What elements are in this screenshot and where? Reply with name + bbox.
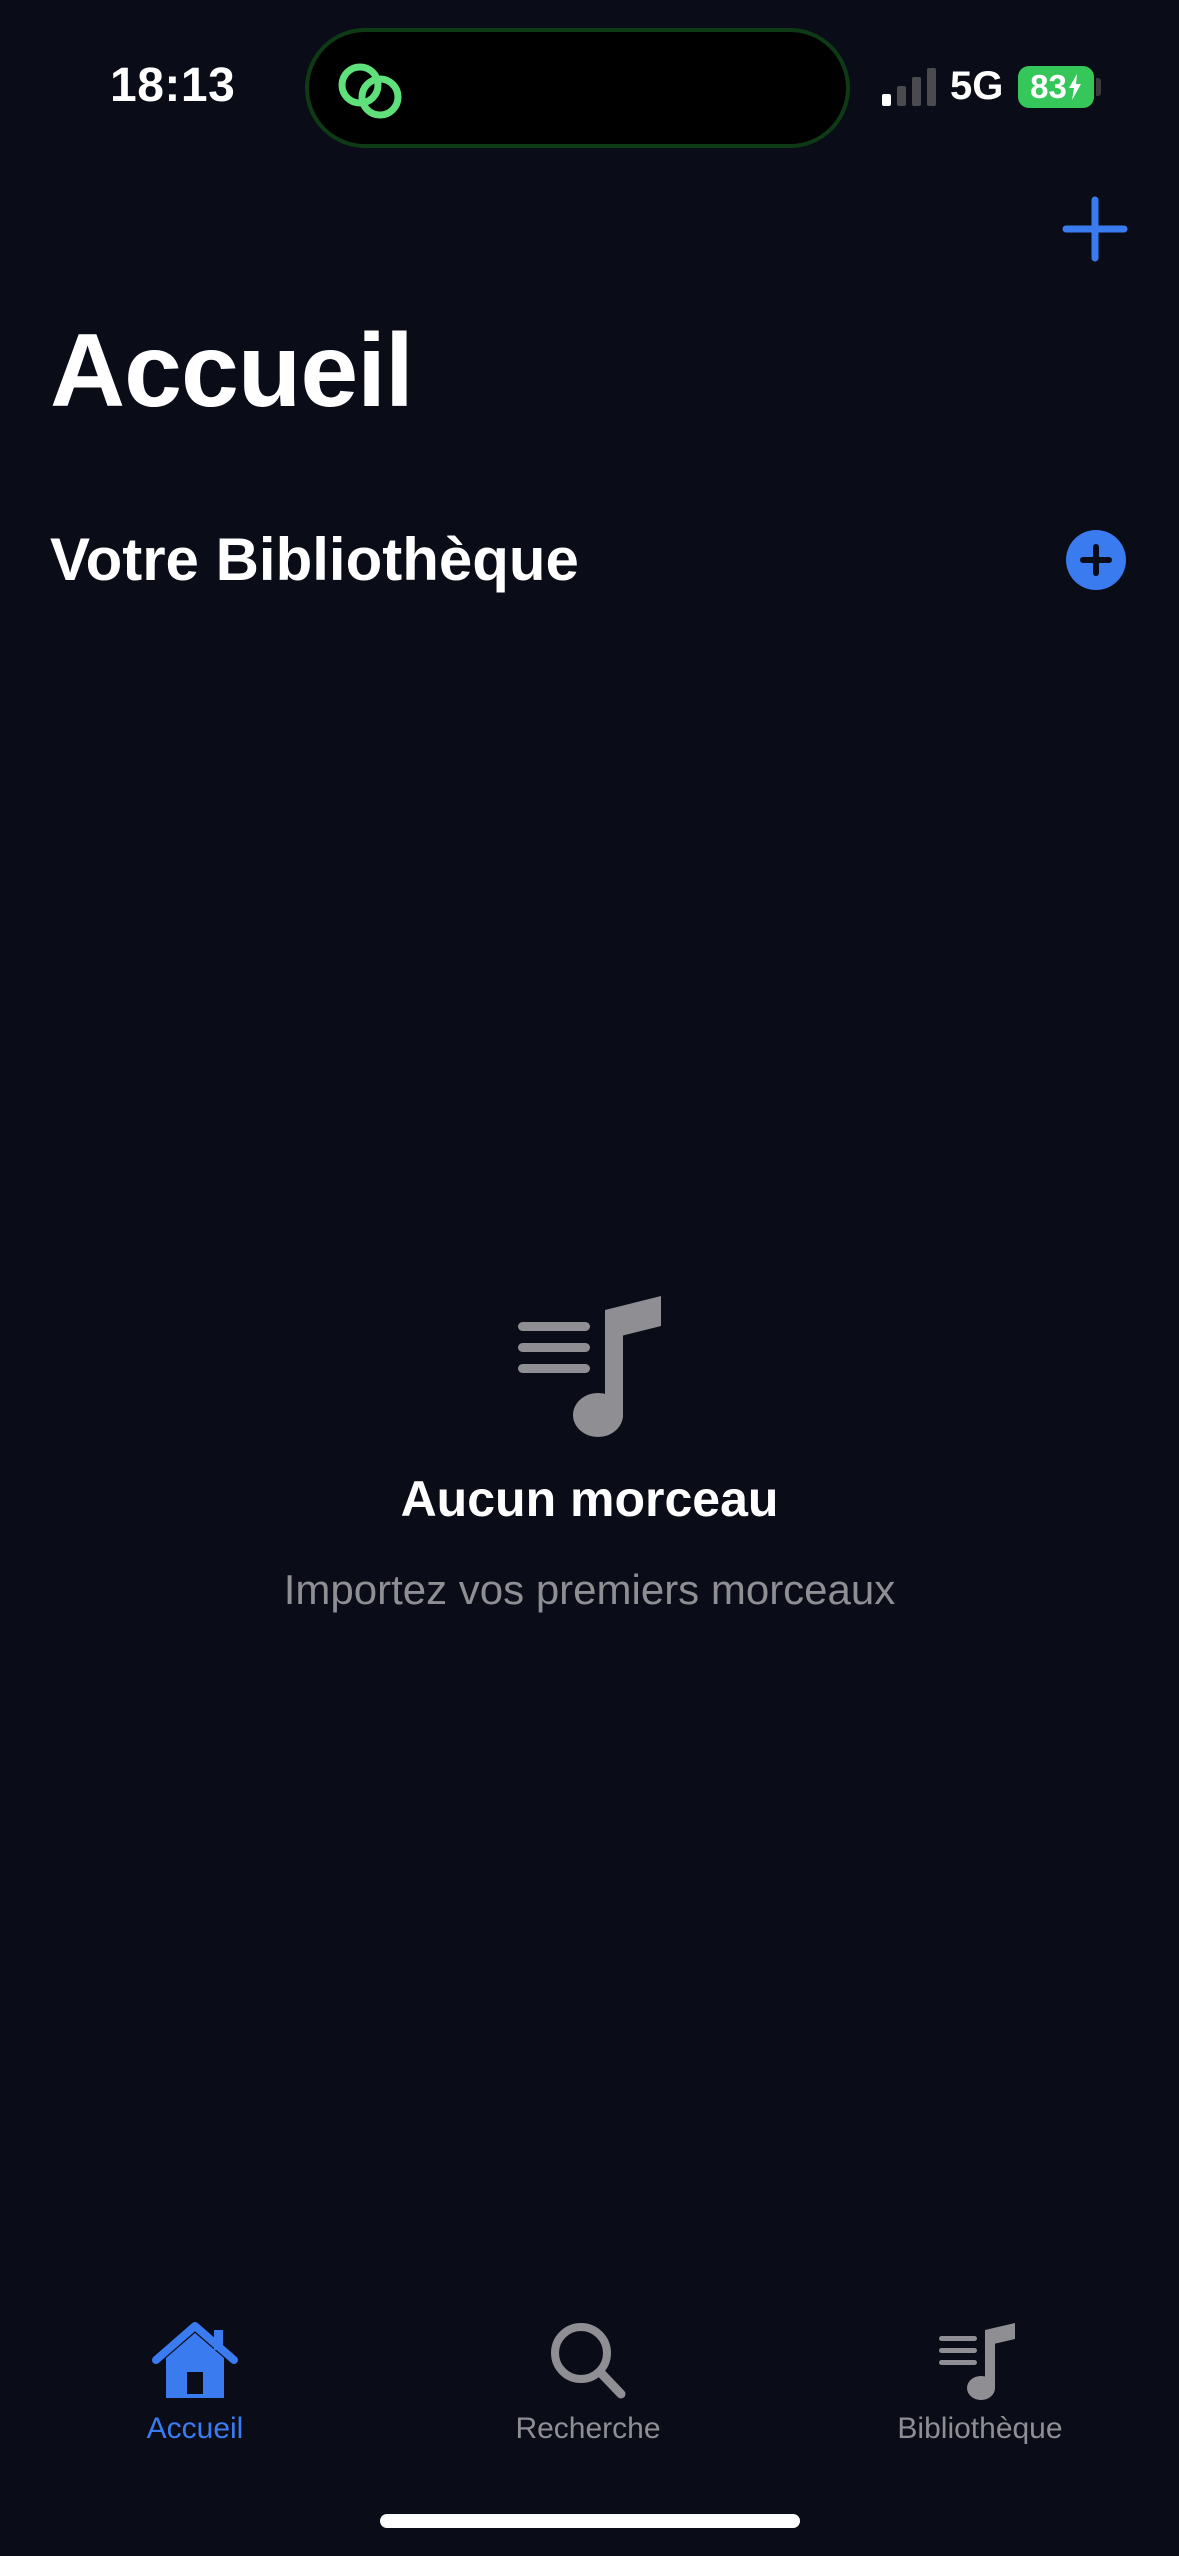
tab-label: Accueil (146, 2412, 244, 2445)
music-list-icon (939, 2323, 1015, 2400)
network-label: 5G (950, 64, 1004, 108)
link-chain-icon (338, 63, 402, 119)
library-section-title: Votre Bibliothèque (50, 526, 579, 593)
signal-strength-icon (882, 68, 936, 106)
empty-state-subtitle: Importez vos premiers morceaux (283, 1566, 896, 1613)
charging-bolt-icon (1068, 74, 1081, 100)
page-title: Accueil (50, 313, 414, 429)
status-time: 18:13 (110, 59, 236, 112)
magnifier-icon (551, 2323, 626, 2399)
empty-state-title: Aucun morceau (400, 1471, 779, 1527)
tab-accueil[interactable]: Accueil (65, 2320, 325, 2470)
battery-level: 83 (1030, 68, 1067, 105)
tab-label: Recherche (515, 2412, 661, 2445)
add-to-library-button[interactable] (1066, 530, 1126, 590)
plus-circle-icon (1080, 544, 1112, 576)
tab-recherche[interactable]: Recherche (458, 2320, 718, 2470)
music-list-icon (518, 1296, 661, 1437)
house-icon (152, 2322, 238, 2398)
tab-bibliotheque[interactable]: Bibliothèque (850, 2320, 1110, 2470)
tab-label: Bibliothèque (897, 2412, 1063, 2445)
battery-indicator: 83 (1018, 66, 1094, 108)
home-indicator[interactable] (380, 2514, 800, 2528)
battery-cap (1096, 78, 1101, 96)
add-button[interactable] (1058, 192, 1132, 266)
